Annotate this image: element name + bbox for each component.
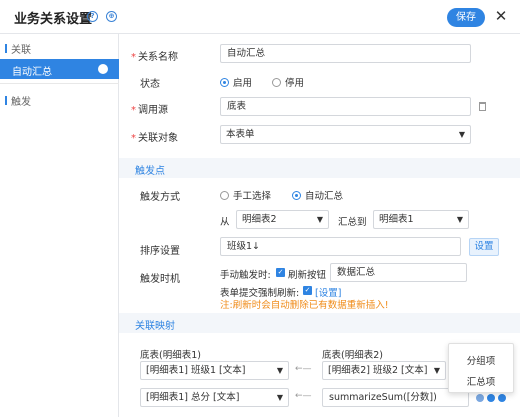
required-mark: * bbox=[131, 52, 136, 63]
name-label-text: 关系名称 bbox=[138, 52, 178, 63]
chevron-down-icon: ▼ bbox=[456, 215, 463, 224]
chevron-down-icon: ▼ bbox=[316, 215, 323, 224]
page-title: 业务关系设置 bbox=[14, 12, 93, 27]
to-select[interactable]: 明细表1 ▼ bbox=[373, 210, 469, 229]
submit-refresh-checkbox[interactable]: ✓ bbox=[303, 286, 312, 295]
chevron-down-icon: ▼ bbox=[276, 366, 283, 375]
target-label: * 关联对象 bbox=[131, 129, 178, 144]
sidebar-item-label: 自动汇总 bbox=[12, 67, 52, 78]
link-icon[interactable]: ⊕ bbox=[106, 11, 117, 22]
trigger-section-header: 触发点 bbox=[119, 158, 520, 178]
source-label-text: 调用源 bbox=[138, 105, 168, 116]
app-window: 业务关系设置 ? ⊕ 保存 ✕ 关联 自动汇总 触发 * 关系名称 自动汇总 状态… bbox=[0, 0, 520, 417]
trigger-mode-label: 触发方式 bbox=[140, 192, 180, 203]
sort-input[interactable]: 班级1↓ bbox=[220, 237, 461, 256]
section-title: 触发点 bbox=[135, 166, 165, 177]
close-icon[interactable]: ✕ bbox=[494, 6, 508, 26]
refresh-button-label: 刷新按钮 bbox=[288, 270, 327, 281]
mode-manual-radio[interactable]: 手工选择 bbox=[220, 188, 271, 202]
group-marker bbox=[5, 44, 7, 53]
toggle-dot-icon[interactable] bbox=[98, 64, 108, 74]
sidebar: 关联 自动汇总 触发 bbox=[0, 34, 119, 417]
target-select[interactable]: 本表单 ▼ bbox=[220, 125, 471, 144]
target-label-text: 关联对象 bbox=[138, 133, 178, 144]
mapping-right-header: 底表(明细表2) bbox=[322, 350, 383, 361]
sort-settings-button[interactable]: 设置 bbox=[469, 238, 499, 256]
mode-auto-radio[interactable]: 自动汇总 bbox=[292, 188, 343, 202]
sidebar-group-label: 关联 bbox=[11, 45, 31, 56]
section-title: 关联映射 bbox=[135, 321, 175, 332]
remove-icon[interactable] bbox=[498, 394, 506, 402]
trash-icon[interactable] bbox=[479, 102, 486, 111]
source-input[interactable]: 底表 bbox=[220, 97, 471, 116]
from-select-value: 明细表2 bbox=[242, 214, 277, 225]
target-select-value: 本表单 bbox=[226, 129, 255, 140]
timing-label: 触发时机 bbox=[140, 274, 180, 285]
status-label: 状态 bbox=[140, 79, 160, 90]
radio-label: 停用 bbox=[285, 78, 305, 89]
refresh-warning: 注:刷新时会自动删除已有数据重新插入! bbox=[220, 300, 389, 311]
mapping-left-value: [明细表1] 班级1 [文本] bbox=[146, 365, 246, 376]
to-select-value: 明细表1 bbox=[379, 214, 414, 225]
mapping-left-header: 底表(明细表1) bbox=[140, 350, 201, 361]
mapping-right-value: [明细表2] 班级2 [文本] bbox=[328, 365, 428, 376]
to-label: 汇总到 bbox=[338, 217, 367, 228]
header: 业务关系设置 ? ⊕ 保存 ✕ bbox=[0, 0, 520, 34]
menu-item-summary[interactable]: 汇总项 bbox=[449, 374, 513, 388]
chevron-down-icon: ▼ bbox=[276, 393, 283, 402]
edit-icon[interactable] bbox=[476, 394, 484, 402]
name-label: * 关系名称 bbox=[131, 48, 178, 63]
chevron-down-icon: ▼ bbox=[433, 366, 440, 375]
dropdown-menu: 分组项 汇总项 bbox=[448, 343, 514, 393]
manual-trigger-label: 手动触发时: bbox=[220, 270, 271, 281]
arrow-left-icon: ←— bbox=[295, 391, 312, 401]
radio-label: 启用 bbox=[233, 78, 253, 89]
mapping-left-value: [明细表1] 总分 [文本] bbox=[146, 392, 240, 403]
refresh-checkbox[interactable]: ✓ bbox=[276, 268, 285, 277]
radio-label: 自动汇总 bbox=[305, 191, 344, 202]
sidebar-group-label: 触发 bbox=[11, 97, 31, 108]
menu-item-group[interactable]: 分组项 bbox=[449, 353, 513, 367]
question-icon[interactable]: ? bbox=[87, 11, 98, 22]
required-mark: * bbox=[131, 105, 136, 116]
arrow-left-icon: ←— bbox=[295, 364, 312, 374]
sidebar-group-relation: 关联 bbox=[5, 41, 31, 56]
mapping-formula-input[interactable]: summarizeSum([分数]) bbox=[322, 388, 469, 407]
sidebar-divider bbox=[0, 83, 119, 84]
radio-checked-icon bbox=[220, 77, 229, 87]
from-label: 从 bbox=[220, 217, 230, 228]
refresh-button-text-input[interactable]: 数据汇总 bbox=[330, 263, 467, 282]
radio-label: 手工选择 bbox=[233, 191, 272, 202]
mapping-right-select[interactable]: [明细表2] 班级2 [文本] ▼ bbox=[322, 361, 446, 380]
required-mark: * bbox=[131, 133, 136, 144]
group-marker bbox=[5, 96, 7, 105]
save-button[interactable]: 保存 bbox=[447, 8, 485, 27]
mapping-left-select[interactable]: [明细表1] 总分 [文本] ▼ bbox=[140, 388, 289, 407]
source-label: * 调用源 bbox=[131, 101, 168, 116]
sort-label: 排序设置 bbox=[140, 246, 180, 257]
radio-checked-icon bbox=[292, 190, 301, 200]
sidebar-item-auto-summary[interactable]: 自动汇总 bbox=[0, 59, 119, 79]
name-input[interactable]: 自动汇总 bbox=[220, 44, 471, 63]
status-enabled-radio[interactable]: 启用 bbox=[220, 75, 252, 89]
add-icon[interactable] bbox=[487, 394, 495, 402]
from-select[interactable]: 明细表2 ▼ bbox=[236, 210, 329, 229]
status-disabled-radio[interactable]: 停用 bbox=[272, 75, 304, 89]
mapping-section-header: 关联映射 bbox=[119, 313, 520, 333]
chevron-down-icon: ▼ bbox=[458, 130, 465, 139]
sidebar-group-trigger: 触发 bbox=[5, 93, 31, 108]
radio-unchecked-icon bbox=[272, 77, 281, 87]
radio-unchecked-icon bbox=[220, 190, 229, 200]
mapping-left-select[interactable]: [明细表1] 班级1 [文本] ▼ bbox=[140, 361, 289, 380]
